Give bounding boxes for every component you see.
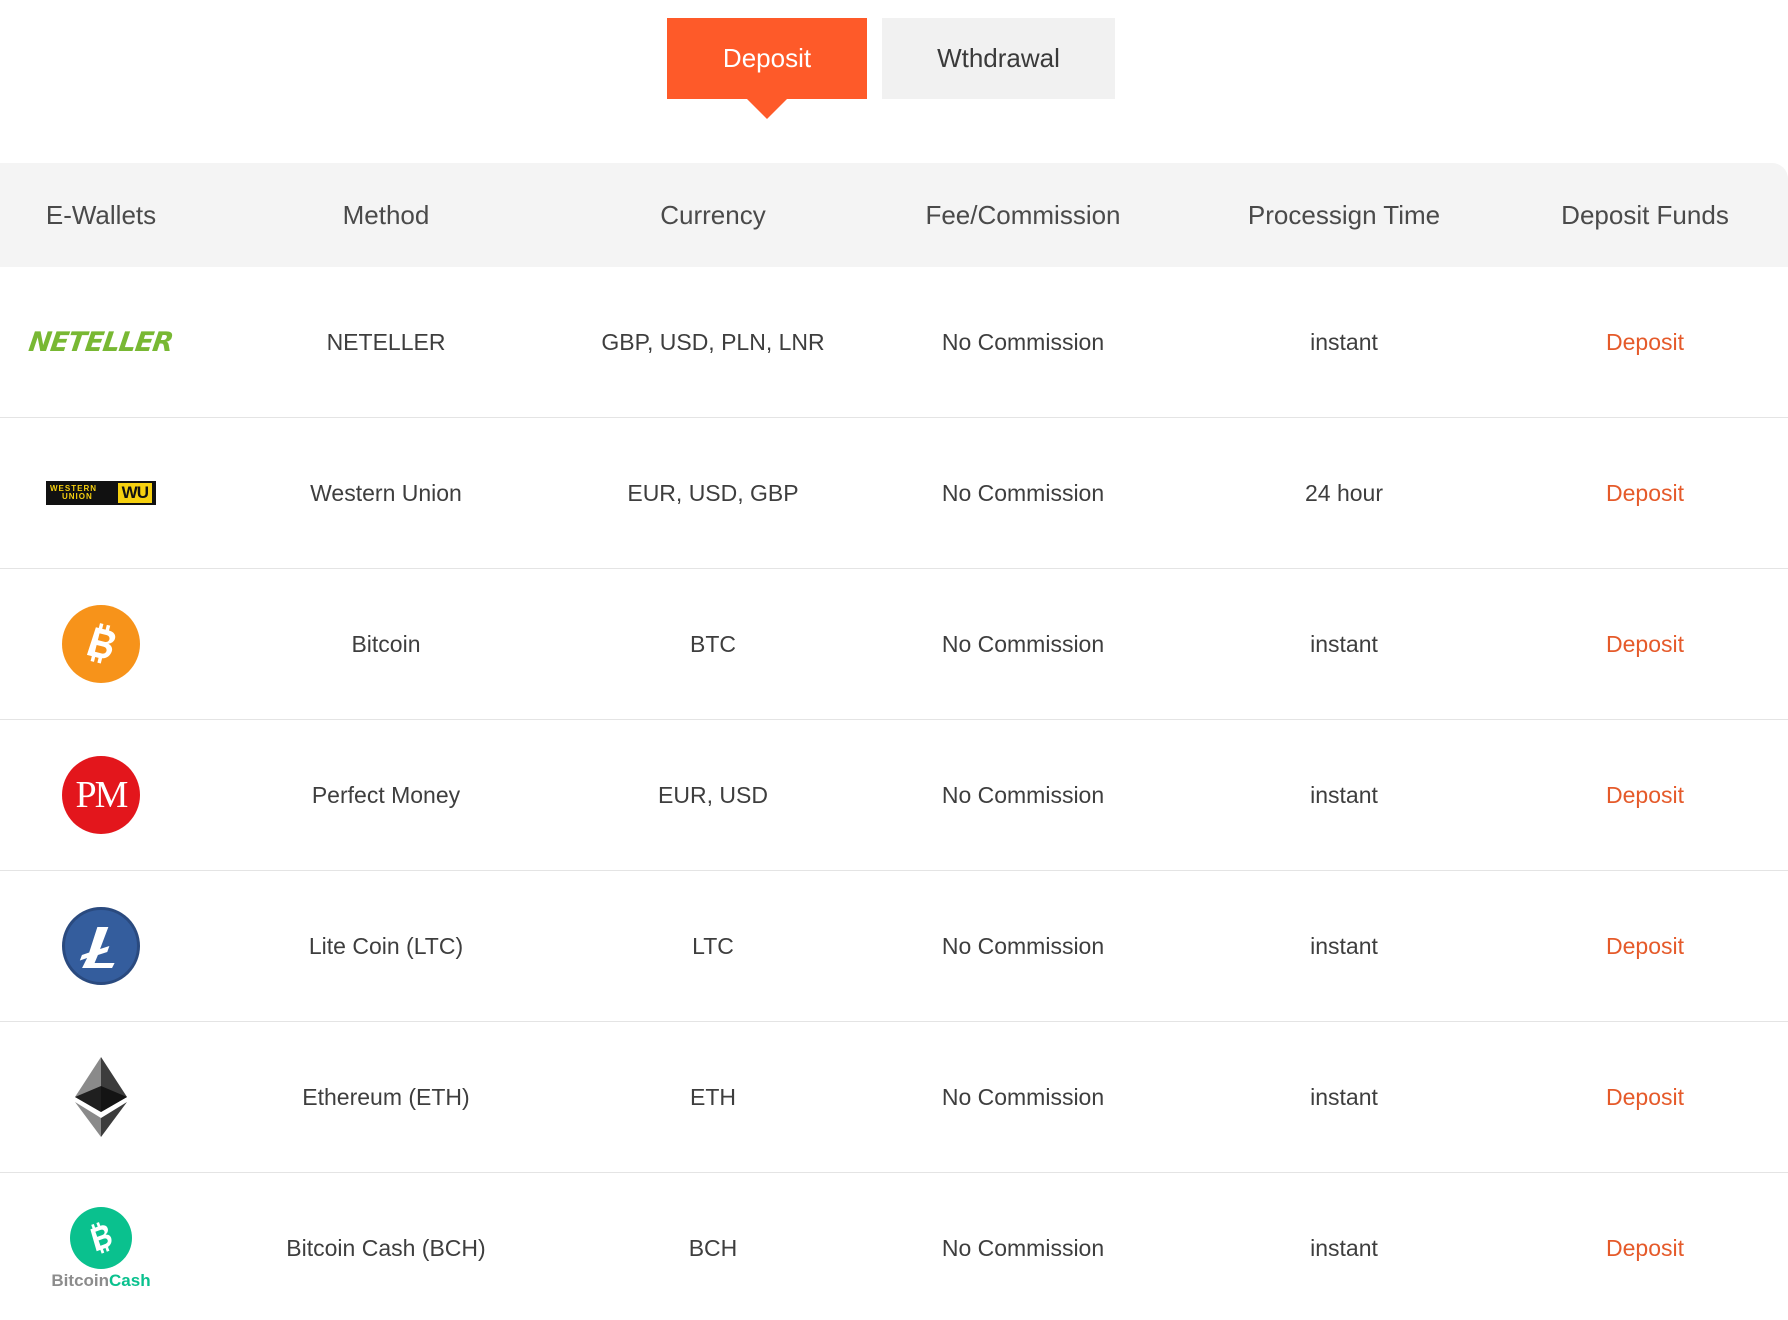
method-cell: Ethereum (ETH)	[302, 1083, 470, 1110]
deposit-link-ethereum[interactable]: Deposit	[1606, 1084, 1684, 1111]
method-cell: Lite Coin (LTC)	[308, 932, 464, 959]
bitcoin-icon	[62, 605, 140, 683]
currency-cell: EUR, USD, GBP	[627, 479, 799, 506]
ethereum-logo	[1, 1057, 201, 1137]
deposit-link-neteller[interactable]: Deposit	[1606, 329, 1684, 356]
fee-cell: No Commission	[941, 1083, 1105, 1110]
method-cell: Bitcoin	[351, 630, 421, 657]
bitcoin-cash-icon	[70, 1206, 132, 1269]
table-header: E-Wallets Method Currency Fee/Commission…	[0, 163, 1788, 267]
fee-cell: No Commission	[941, 932, 1105, 959]
time-cell: instant	[1310, 781, 1378, 808]
method-cell: Perfect Money	[311, 781, 461, 808]
table-row: Bitcoin BTC No Commission instant Deposi…	[0, 569, 1788, 720]
table-row: Ethereum (ETH) ETH No Commission instant…	[0, 1022, 1788, 1173]
fee-cell: No Commission	[941, 328, 1105, 355]
time-cell: instant	[1310, 328, 1378, 355]
tab-bar: Deposit Wthdrawal	[0, 18, 1788, 128]
bch-text-cash: Cash	[109, 1270, 151, 1290]
ethereum-icon	[75, 1057, 127, 1137]
table-row: BitcoinCash Bitcoin Cash (BCH) BCH No Co…	[0, 1173, 1788, 1320]
perfect-money-icon: PM	[62, 756, 140, 834]
currency-cell: LTC	[692, 932, 734, 959]
header-method: Method	[342, 199, 430, 230]
deposit-link-perfect-money[interactable]: Deposit	[1606, 782, 1684, 809]
time-cell: instant	[1310, 1083, 1378, 1110]
table-row: WESTERN UNION WU Western Union EUR, USD,…	[0, 418, 1788, 569]
time-cell: instant	[1310, 932, 1378, 959]
currency-cell: GBP, USD, PLN, LNR	[601, 328, 825, 355]
header-fee: Fee/Commission	[925, 199, 1121, 230]
neteller-logo: NETELLER	[1, 327, 201, 358]
header-deposit-funds: Deposit Funds	[1561, 199, 1729, 230]
time-cell: instant	[1310, 1235, 1378, 1261]
tab-withdrawal[interactable]: Wthdrawal	[882, 18, 1115, 99]
method-cell: Bitcoin Cash (BCH)	[286, 1235, 486, 1261]
header-currency: Currency	[660, 199, 766, 230]
table-row: PM Perfect Money EUR, USD No Commission …	[0, 720, 1788, 871]
bitcoin-cash-logo: BitcoinCash	[1, 1206, 201, 1291]
wu-text-union: UNION	[62, 492, 93, 501]
time-cell: 24 hour	[1304, 479, 1383, 506]
perfect-money-logo: PM	[1, 756, 201, 834]
deposit-link-bitcoin[interactable]: Deposit	[1606, 631, 1684, 658]
litecoin-logo	[1, 907, 201, 985]
method-cell: Western Union	[310, 479, 462, 506]
bch-text-bitcoin: Bitcoin	[51, 1270, 110, 1290]
currency-cell: BTC	[690, 630, 736, 657]
tab-deposit[interactable]: Deposit	[667, 18, 867, 99]
header-e-wallets: E-Wallets	[45, 199, 157, 230]
fee-cell: No Commission	[941, 781, 1105, 808]
fee-cell: No Commission	[941, 479, 1105, 506]
western-union-logo: WESTERN UNION WU	[1, 481, 201, 505]
currency-cell: ETH	[690, 1083, 736, 1110]
payment-methods-table: E-Wallets Method Currency Fee/Commission…	[0, 163, 1788, 1320]
table-row: NETELLER NETELLER GBP, USD, PLN, LNR No …	[0, 267, 1788, 418]
currency-cell: EUR, USD	[658, 781, 768, 808]
time-cell: instant	[1310, 630, 1378, 657]
table-row: Lite Coin (LTC) LTC No Commission instan…	[0, 871, 1788, 1022]
deposit-link-litecoin[interactable]: Deposit	[1606, 933, 1684, 960]
bitcoin-logo	[1, 605, 201, 683]
method-cell: NETELLER	[326, 328, 446, 355]
fee-cell: No Commission	[941, 630, 1105, 657]
fee-cell: No Commission	[941, 1235, 1105, 1261]
header-processing-time: Processign Time	[1247, 199, 1441, 230]
neteller-logo-text: NETELLER	[27, 326, 175, 358]
currency-cell: BCH	[688, 1235, 738, 1261]
deposit-link-western-union[interactable]: Deposit	[1606, 480, 1684, 507]
deposit-link-bitcoin-cash[interactable]: Deposit	[1606, 1235, 1684, 1262]
wu-box: WU	[117, 483, 152, 503]
litecoin-icon	[62, 907, 140, 985]
